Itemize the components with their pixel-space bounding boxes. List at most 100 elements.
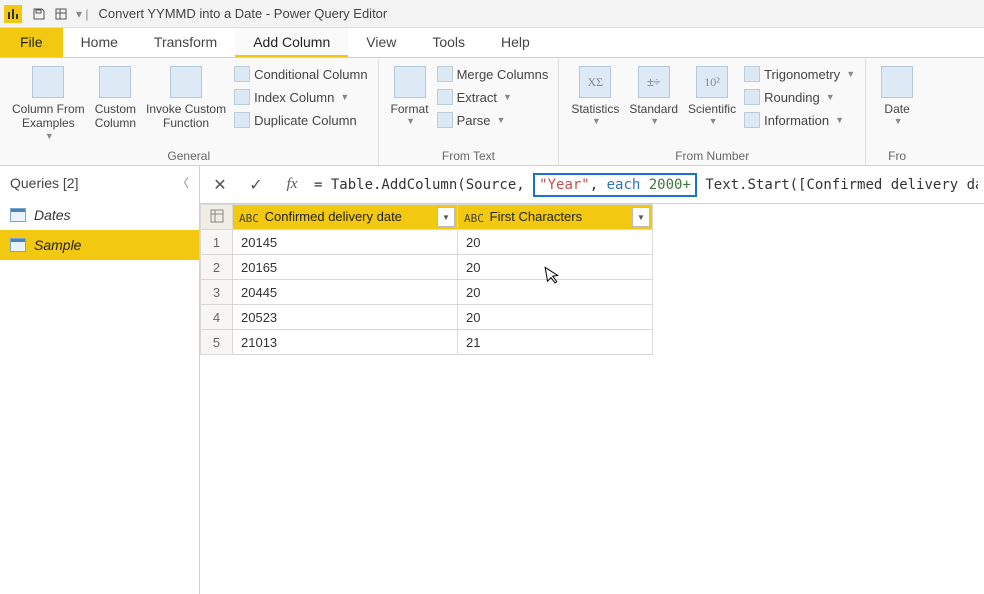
query-item-dates[interactable]: Dates — [0, 200, 199, 230]
data-grid[interactable]: ABC Confirmed delivery date ▼ ABC First … — [200, 204, 984, 594]
btn-statistics[interactable]: ΧΣ Statistics ▼ — [569, 62, 621, 131]
label-statistics: Statistics — [571, 102, 619, 116]
row-number: 1 — [201, 230, 233, 255]
btn-invoke-custom-function[interactable]: Invoke Custom Function — [144, 62, 228, 135]
cell[interactable]: 20445 — [233, 280, 458, 305]
btn-index-column[interactable]: Index Column▼ — [234, 87, 367, 107]
accept-formula-button[interactable]: ✓ — [242, 171, 270, 199]
column-name: Confirmed delivery date — [265, 209, 402, 224]
cell[interactable]: 20145 — [233, 230, 458, 255]
queries-sidebar: Queries [2] 〈 Dates Sample — [0, 166, 200, 594]
cell[interactable]: 20165 — [233, 255, 458, 280]
btn-rounding[interactable]: Rounding▼ — [744, 87, 855, 107]
btn-column-from-examples[interactable]: Column From Examples ▼ — [10, 62, 87, 146]
label-merge-columns: Merge Columns — [457, 67, 549, 82]
table-row[interactable]: 22016520 — [201, 255, 653, 280]
cell[interactable]: 20 — [458, 280, 653, 305]
btn-duplicate-column[interactable]: Duplicate Column — [234, 110, 367, 130]
btn-merge-columns[interactable]: Merge Columns — [437, 64, 549, 84]
table-icon — [10, 238, 26, 252]
label-scientific: Scientific — [688, 102, 736, 116]
custom-column-icon — [99, 66, 131, 98]
query-label: Dates — [34, 207, 71, 223]
label-parse: Parse — [457, 113, 491, 128]
label-date: Date — [884, 102, 909, 116]
chevron-down-icon: ▼ — [503, 92, 512, 102]
cell[interactable]: 21013 — [233, 330, 458, 355]
chevron-down-icon: ▼ — [406, 116, 415, 127]
tab-tools[interactable]: Tools — [414, 28, 483, 57]
chevron-down-icon: ▼ — [650, 116, 659, 127]
label-conditional-column: Conditional Column — [254, 67, 367, 82]
type-text-icon: ABC — [239, 212, 257, 225]
btn-extract[interactable]: Extract▼ — [437, 87, 549, 107]
formula-part-suffix: Text.Start([Confirmed delivery da — [697, 177, 978, 193]
btn-standard[interactable]: ±÷ Standard ▼ — [627, 62, 680, 131]
row-number: 5 — [201, 330, 233, 355]
column-header-first-characters[interactable]: ABC First Characters ▼ — [458, 205, 653, 230]
information-icon — [744, 112, 760, 128]
cell[interactable]: 20 — [458, 255, 653, 280]
chevron-down-icon: ▼ — [826, 92, 835, 102]
btn-parse[interactable]: Parse▼ — [437, 110, 549, 130]
format-icon — [394, 66, 426, 98]
cell[interactable]: 21 — [458, 330, 653, 355]
title-bar: ▾ | Convert YYMMD into a Date - Power Qu… — [0, 0, 984, 28]
query-item-sample[interactable]: Sample — [0, 230, 199, 260]
formula-num: 2000+ — [649, 177, 691, 193]
tab-add-column[interactable]: Add Column — [235, 28, 348, 57]
ribbon-tabs: File Home Transform Add Column View Tool… — [0, 28, 984, 58]
table-row[interactable]: 32044520 — [201, 280, 653, 305]
row-number: 2 — [201, 255, 233, 280]
formula-highlighted: "Year", each 2000+ — [533, 173, 697, 197]
table-row[interactable]: 52101321 — [201, 330, 653, 355]
tab-view[interactable]: View — [348, 28, 414, 57]
tab-file[interactable]: File — [0, 28, 63, 57]
table-corner[interactable] — [201, 205, 233, 230]
undo-icon[interactable] — [53, 6, 69, 22]
content-area: ✕ ✓ fx = Table.AddColumn(Source, "Year",… — [200, 166, 984, 594]
tab-help[interactable]: Help — [483, 28, 548, 57]
btn-date[interactable]: Date ▼ — [876, 62, 918, 131]
cell[interactable]: 20523 — [233, 305, 458, 330]
tab-home[interactable]: Home — [63, 28, 136, 57]
btn-custom-column[interactable]: Custom Column — [93, 62, 138, 135]
btn-format[interactable]: Format ▼ — [389, 62, 431, 131]
btn-trigonometry[interactable]: Trigonometry▼ — [744, 64, 855, 84]
standard-icon: ±÷ — [638, 66, 670, 98]
group-date-time: Date ▼ Fro — [866, 58, 928, 165]
column-header-confirmed-delivery-date[interactable]: ABC Confirmed delivery date ▼ — [233, 205, 458, 230]
chevron-down-icon: ▼ — [45, 131, 54, 142]
cancel-formula-button[interactable]: ✕ — [206, 171, 234, 199]
sidebar-collapse-icon[interactable]: 〈 — [177, 174, 189, 191]
btn-conditional-column[interactable]: Conditional Column — [234, 64, 367, 84]
row-number: 3 — [201, 280, 233, 305]
row-number: 4 — [201, 305, 233, 330]
preview-table: ABC Confirmed delivery date ▼ ABC First … — [200, 204, 653, 355]
btn-scientific[interactable]: 10² Scientific ▼ — [686, 62, 738, 131]
cell[interactable]: 20 — [458, 305, 653, 330]
formula-input[interactable]: = Table.AddColumn(Source, "Year", each 2… — [314, 173, 978, 197]
cell[interactable]: 20 — [458, 230, 653, 255]
group-label-general: General — [10, 147, 368, 163]
merge-columns-icon — [437, 66, 453, 82]
table-row[interactable]: 42052320 — [201, 305, 653, 330]
sidebar-title: Queries [2] — [10, 175, 78, 191]
tab-transform[interactable]: Transform — [136, 28, 235, 57]
app-icon — [4, 5, 22, 23]
fx-icon[interactable]: fx — [278, 171, 306, 199]
column-filter-icon[interactable]: ▼ — [437, 207, 455, 227]
column-filter-icon[interactable]: ▼ — [632, 207, 650, 227]
table-row[interactable]: 12014520 — [201, 230, 653, 255]
btn-information[interactable]: Information▼ — [744, 110, 855, 130]
scientific-icon: 10² — [696, 66, 728, 98]
label-invoke-custom-function: Invoke Custom Function — [146, 102, 226, 131]
formula-part-prefix: = Table.AddColumn(Source, — [314, 177, 533, 193]
formula-str: "Year" — [539, 177, 590, 193]
save-icon[interactable] — [31, 6, 47, 22]
group-from-number: ΧΣ Statistics ▼ ±÷ Standard ▼ 10² Scient… — [559, 58, 866, 165]
table-icon — [10, 208, 26, 222]
type-text-icon: ABC — [464, 212, 482, 225]
sidebar-header: Queries [2] 〈 — [0, 166, 199, 200]
column-from-examples-icon — [32, 66, 64, 98]
